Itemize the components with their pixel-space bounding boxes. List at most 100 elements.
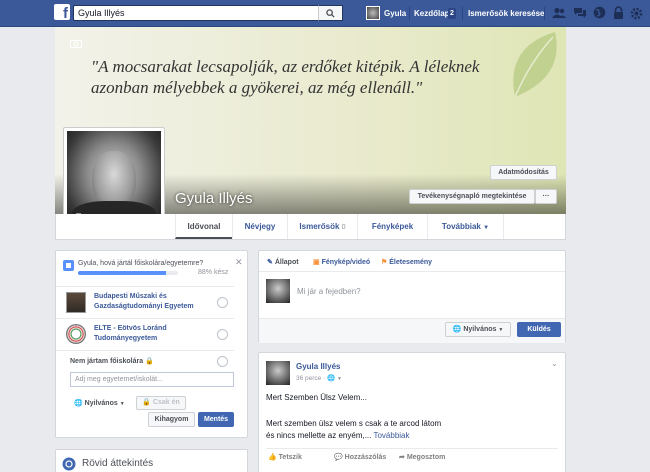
cover-quote: "A mocsarakat lecsapolják, az erdőket ki…: [91, 57, 480, 97]
post-text-line2: Mert szemben ülsz velem s csak a te arco…: [266, 419, 442, 428]
flag-icon: ⚑: [381, 259, 388, 266]
composer-life-event-label: Életesemény: [389, 259, 433, 266]
pencil-icon: ✎: [267, 259, 273, 266]
thumbs-up-icon: 👍: [268, 454, 277, 461]
tab-friends-count: 0: [341, 224, 346, 231]
lock-icon: 🔒: [142, 399, 151, 406]
home-count-badge: 2: [448, 8, 456, 19]
privacy-shortcuts-lock-icon[interactable]: [613, 6, 624, 20]
tab-friends-label: Ismerősök: [299, 222, 340, 231]
facebook-logo-icon[interactable]: f: [54, 4, 70, 20]
search-input-value: Gyula Illyés: [78, 8, 125, 18]
comment-icon: 💬: [334, 454, 343, 461]
post-text-line3-content: és nincs mellette az enyém,...: [266, 431, 372, 440]
bme-logo-icon: [66, 292, 86, 313]
tab-more-label: Továbbiak: [441, 222, 481, 231]
timeline-post: Gyula Illyés 36 perce · 🌐 ▼ ⌄ Mert Szemb…: [258, 352, 566, 472]
find-friends-link[interactable]: Ismerősök keresése: [468, 0, 545, 27]
search-icon: [326, 8, 335, 18]
composer-divider: [259, 271, 565, 272]
composer-photo-label: Fénykép/videó: [321, 259, 371, 266]
overview-globe-icon: [62, 457, 76, 471]
privacy-selector[interactable]: 🌐 Nyilvános ▼: [74, 399, 125, 407]
more-options-button[interactable]: ···: [535, 189, 557, 204]
school-input[interactable]: Adj meg egyetemet/iskolát...: [70, 372, 234, 387]
chevron-down-icon: ▼: [483, 225, 490, 231]
composer-life-event-tab[interactable]: ⚑ Életesemény: [381, 258, 432, 266]
school-question-text: Gyula, hová jártál főiskolára/egyetemre?: [78, 260, 204, 267]
post-text-line3: és nincs mellette az enyém,... Továbbiak: [266, 431, 410, 440]
composer-privacy-label: Nyilvános: [463, 326, 497, 333]
globe-icon: 🌐: [452, 326, 462, 333]
only-me-label: Csak én: [152, 399, 180, 406]
tab-friends[interactable]: Ismerősök 0: [287, 214, 357, 239]
tab-timeline[interactable]: Idővonal: [175, 214, 232, 239]
post-actions-divider: [266, 448, 558, 449]
globe-icon: 🌐: [327, 375, 336, 382]
see-more-link[interactable]: Továbbiak: [373, 431, 409, 440]
school-option-name: Budapesti Műszaki és Gazdaságtudományi E…: [94, 293, 194, 310]
nav-divider: [462, 7, 463, 20]
notifications-globe-icon[interactable]: [593, 6, 606, 19]
school-icon: [63, 260, 74, 271]
profile-name[interactable]: Gyula Illyés: [175, 190, 253, 207]
like-label: Tetszik: [278, 454, 302, 461]
no-college-radio[interactable]: [217, 356, 228, 367]
search-button[interactable]: [318, 5, 343, 21]
overview-card: Rövid áttekintés: [55, 449, 248, 472]
composer-photo-tab[interactable]: ▣ Fénykép/videó: [313, 258, 370, 266]
home-link[interactable]: Kezdőlap: [414, 0, 450, 27]
school-option-radio[interactable]: [217, 329, 228, 340]
camera-icon: ▣: [313, 259, 320, 266]
overview-title: Rövid áttekintés: [82, 458, 154, 469]
post-author-avatar[interactable]: [266, 361, 290, 385]
school-option[interactable]: Budapesti Műszaki és Gazdaságtudományi E…: [56, 286, 234, 318]
comment-label: Hozzászólás: [344, 454, 387, 461]
tab-about[interactable]: Névjegy: [232, 214, 287, 239]
only-me-button[interactable]: 🔒 Csak én: [136, 396, 186, 410]
school-option[interactable]: ELTE - Eötvös Loránd Tudományegyetem: [56, 318, 234, 350]
top-navigation-bar: f Gyula Illyés Gyula Kezdőlap 2 Ismerősö…: [0, 0, 650, 27]
composer-input[interactable]: Mi jár a fejedben?: [297, 287, 361, 296]
no-college-option[interactable]: Nem jártam főiskolára 🔒: [56, 350, 234, 372]
cover-camera-icon[interactable]: [70, 39, 82, 48]
post-options-chevron-icon[interactable]: ⌄: [551, 359, 558, 368]
close-icon[interactable]: ✕: [235, 257, 243, 268]
skip-button[interactable]: Kihagyom: [148, 412, 195, 427]
save-button[interactable]: Mentés: [198, 412, 234, 427]
share-arrow-icon: ➦: [399, 454, 405, 461]
composer-privacy-button[interactable]: 🌐 Nyilvános ▼: [445, 322, 511, 337]
post-author-name[interactable]: Gyula Illyés: [296, 362, 340, 371]
update-info-button[interactable]: Adatmódosítás: [490, 165, 557, 180]
account-settings-gear-icon[interactable]: [630, 7, 643, 20]
activity-log-button[interactable]: Tevékenységnapló megtekintése: [409, 189, 535, 204]
post-button[interactable]: Küldés: [517, 322, 561, 337]
like-button[interactable]: 👍 Tetszik: [268, 453, 302, 461]
messages-icon[interactable]: [573, 7, 587, 19]
friend-requests-icon[interactable]: [552, 7, 566, 19]
composer-status-label: Állapot: [274, 259, 299, 266]
nav-divider: [544, 7, 545, 20]
elte-logo-icon: [66, 324, 86, 344]
tab-photos[interactable]: Fényképek: [357, 214, 427, 239]
privacy-label: Nyilvános: [84, 400, 118, 407]
comment-button[interactable]: 💬 Hozzászólás: [334, 453, 386, 461]
chevron-down-icon: ▼: [119, 401, 125, 407]
profile-tabs: Idővonal Névjegy Ismerősök 0 Fényképek T…: [55, 214, 566, 240]
lock-icon: 🔒: [145, 358, 154, 365]
profile-photo: [67, 131, 161, 225]
tab-more[interactable]: Továbbiak ▼: [427, 214, 504, 239]
progress-bar: [78, 271, 178, 275]
post-timestamp[interactable]: 36 perce · 🌐 ▼: [296, 374, 342, 382]
share-button[interactable]: ➦ Megosztom: [399, 453, 445, 461]
share-label: Megosztom: [406, 454, 446, 461]
chevron-down-icon: ▼: [336, 376, 342, 382]
profile-link[interactable]: Gyula: [384, 0, 406, 27]
post-text-line1: Mert Szemben Ülsz Velem...: [266, 393, 367, 402]
user-avatar-small[interactable]: [366, 6, 380, 20]
post-composer: ✎ Állapot ▣ Fénykép/videó ⚑ Életesemény …: [258, 250, 566, 343]
school-option-radio[interactable]: [217, 297, 228, 308]
school-question-card: Gyula, hová jártál főiskolára/egyetemre?…: [55, 250, 248, 438]
composer-status-tab[interactable]: ✎ Állapot: [267, 258, 299, 266]
search-input[interactable]: Gyula Illyés: [73, 5, 343, 21]
